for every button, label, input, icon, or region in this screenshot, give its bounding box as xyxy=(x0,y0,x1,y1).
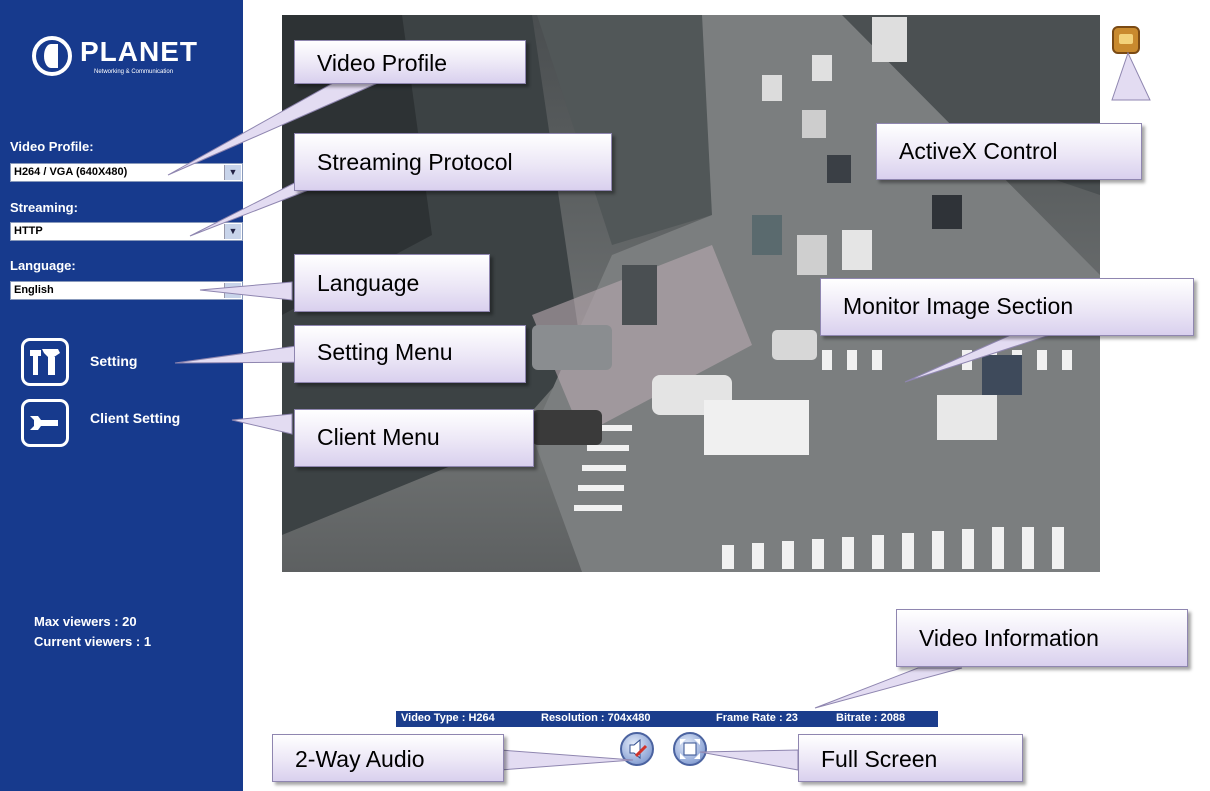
chevron-down-icon[interactable]: ▼ xyxy=(224,165,241,180)
language-value: English xyxy=(14,284,54,296)
callout-video-information: Video Information xyxy=(896,609,1188,667)
tools-icon[interactable] xyxy=(21,338,69,386)
callout-client-menu: Client Menu xyxy=(294,409,534,467)
current-viewers: Current viewers : 1 xyxy=(34,634,152,649)
speaker-glyph xyxy=(629,738,648,760)
video-frame-rate: Frame Rate : 23 xyxy=(716,712,798,724)
max-viewers: Max viewers : 20 xyxy=(34,614,137,629)
wrench-icon[interactable] xyxy=(21,399,69,447)
planet-logo: PLANET Networking & Communication xyxy=(32,32,212,82)
planet-logo-mark-icon xyxy=(32,36,72,76)
video-info-bar: Video Type : H264 Resolution : 704x480 F… xyxy=(396,711,938,727)
callout-activex-control: ActiveX Control xyxy=(876,123,1142,180)
streaming-label: Streaming: xyxy=(10,200,78,215)
setting-menu[interactable]: Setting xyxy=(90,353,137,369)
speaker-muted-icon[interactable] xyxy=(620,732,654,766)
callout-monitor-image-section: Monitor Image Section xyxy=(820,278,1194,336)
language-select[interactable]: English ▼ xyxy=(10,281,243,300)
sidebar: PLANET Networking & Communication Video … xyxy=(0,0,243,791)
video-resolution: Resolution : 704x480 xyxy=(541,712,651,724)
callout-full-screen: Full Screen xyxy=(798,734,1023,782)
video-profile-value: H264 / VGA (640X480) xyxy=(14,166,128,178)
tools-glyph xyxy=(30,349,60,375)
video-profile-label: Video Profile: xyxy=(10,139,94,154)
activex-plugin-icon[interactable] xyxy=(1112,26,1140,54)
logo-tagline: Networking & Communication xyxy=(94,69,174,75)
client-setting-menu[interactable]: Client Setting xyxy=(90,410,180,426)
video-type: Video Type : H264 xyxy=(401,712,495,724)
fullscreen-glyph xyxy=(680,739,700,759)
callout-language: Language xyxy=(294,254,490,312)
video-bitrate: Bitrate : 2088 xyxy=(836,712,906,724)
logo-brand: PLANET xyxy=(80,36,198,67)
callout-two-way-audio: 2-Way Audio xyxy=(272,734,504,782)
streaming-value: HTTP xyxy=(14,225,43,237)
callout-streaming-protocol: Streaming Protocol xyxy=(294,133,612,191)
chevron-down-icon[interactable]: ▼ xyxy=(224,283,241,298)
wrench-glyph xyxy=(30,416,58,430)
fullscreen-icon[interactable] xyxy=(673,732,707,766)
video-profile-select[interactable]: H264 / VGA (640X480) ▼ xyxy=(10,163,243,182)
streaming-select[interactable]: HTTP ▼ xyxy=(10,222,243,241)
callout-video-profile: Video Profile xyxy=(294,40,526,84)
language-label: Language: xyxy=(10,258,76,273)
chevron-down-icon[interactable]: ▼ xyxy=(224,224,241,239)
callout-setting-menu: Setting Menu xyxy=(294,325,526,383)
